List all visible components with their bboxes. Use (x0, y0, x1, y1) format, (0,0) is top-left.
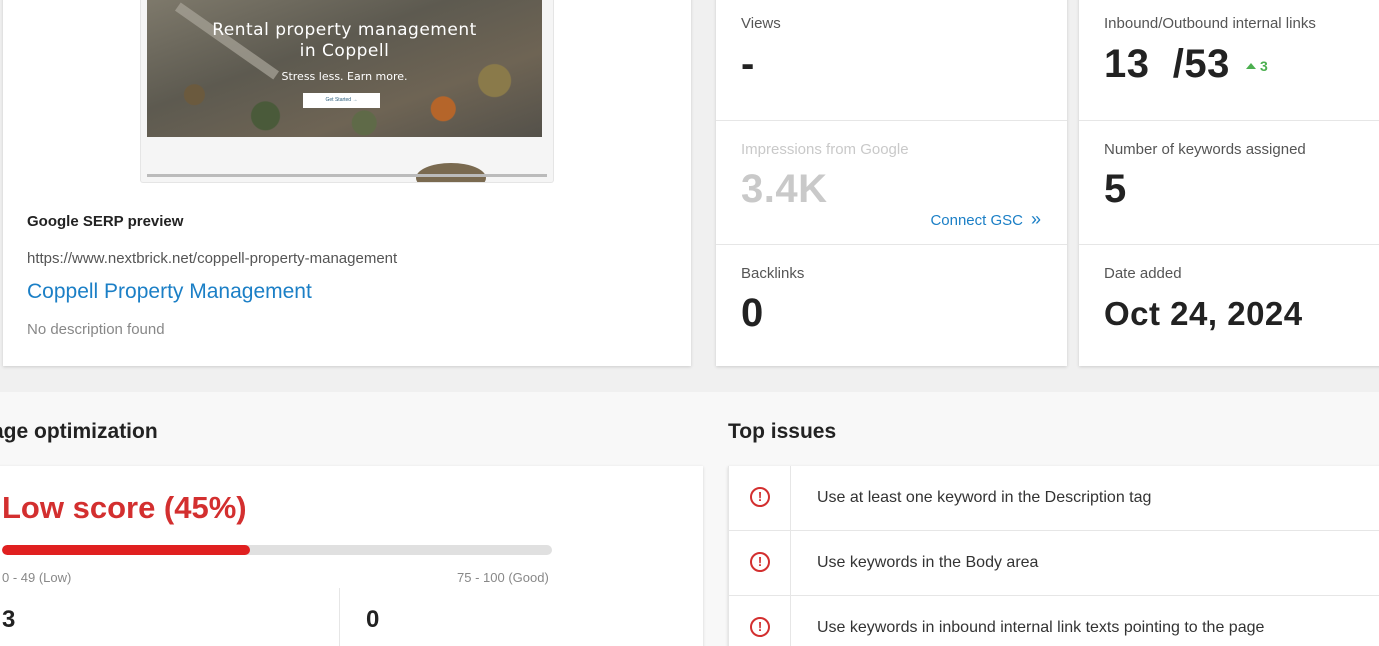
internal-links-label: Inbound/Outbound internal links (1104, 15, 1316, 32)
thumbnail-cta-button: Get Started → (303, 93, 380, 108)
optimization-card: Low score (45%) 0 - 49 (Low) 75 - 100 (G… (0, 466, 703, 646)
views-metric: Views - (716, 0, 1067, 120)
impressions-label: Impressions from Google (741, 141, 909, 158)
divider (339, 588, 340, 646)
backlinks-value: 0 (741, 291, 764, 335)
top-issues-list: ! Use at least one keyword in the Descri… (728, 466, 1379, 646)
thumbnail-divider (147, 174, 547, 177)
internal-links-value: 13 /53 (1104, 42, 1230, 86)
thumbnail-tagline: Stress less. Earn more. (281, 70, 408, 83)
impressions-value: 3.4K (741, 167, 828, 211)
list-item[interactable]: ! Use at least one keyword in the Descri… (729, 466, 1379, 531)
backlinks-label: Backlinks (741, 265, 805, 282)
exclamation-circle-icon: ! (750, 617, 770, 637)
issues-count-right[interactable]: 0 (366, 606, 379, 634)
range-low-label: 0 - 49 (Low) (2, 570, 72, 585)
range-good-label: 75 - 100 (Good) (457, 570, 549, 585)
list-item[interactable]: ! Use keywords in inbound internal link … (729, 596, 1379, 646)
backlinks-metric: Backlinks 0 (716, 244, 1067, 368)
impressions-metric: Impressions from Google 3.4K Connect GSC… (716, 120, 1067, 244)
exclamation-circle-icon: ! (750, 552, 770, 572)
internal-links-delta: 3 (1246, 58, 1268, 74)
views-label: Views (741, 15, 781, 32)
issue-text: Use keywords in inbound internal link te… (817, 619, 1265, 636)
metrics-card-right: Inbound/Outbound internal links 13 /53 3… (1079, 0, 1379, 366)
connect-gsc-link[interactable]: Connect GSC » (930, 209, 1041, 230)
date-added-label: Date added (1104, 265, 1182, 282)
issue-text: Use at least one keyword in the Descript… (817, 489, 1152, 506)
score-progress-fill (2, 545, 250, 555)
keywords-metric: Number of keywords assigned 5 (1079, 120, 1379, 244)
views-value: - (741, 42, 755, 86)
top-issues-title: Top issues (728, 420, 837, 443)
double-chevron-right-icon: » (1030, 209, 1041, 229)
page-optimization-title: age optimization (0, 420, 158, 443)
score-progress-bar (2, 545, 552, 555)
page-preview-card: Rental property management in Coppell St… (3, 0, 691, 366)
page-thumbnail[interactable]: Rental property management in Coppell St… (140, 0, 554, 183)
keywords-value: 5 (1104, 167, 1127, 211)
arrow-up-icon (1246, 63, 1256, 69)
metrics-card-middle: Views - Impressions from Google 3.4K Con… (716, 0, 1067, 366)
date-added-value: Oct 24, 2024 (1104, 295, 1303, 332)
list-item[interactable]: ! Use keywords in the Body area (729, 531, 1379, 596)
internal-links-delta-value: 3 (1260, 58, 1268, 74)
score-label: Low score (45%) (2, 490, 247, 525)
issues-count-left[interactable]: 3 (2, 606, 15, 634)
serp-url: https://www.nextbrick.net/coppell-proper… (27, 250, 398, 267)
issue-text: Use keywords in the Body area (817, 554, 1039, 571)
exclamation-circle-icon: ! (750, 487, 770, 507)
serp-description: No description found (27, 321, 165, 338)
keywords-label: Number of keywords assigned (1104, 141, 1306, 158)
date-added-metric: Date added Oct 24, 2024 (1079, 244, 1379, 368)
thumbnail-circle-image (416, 163, 486, 182)
thumbnail-hero-image: Rental property management in Coppell St… (147, 0, 542, 137)
connect-gsc-label: Connect GSC (930, 212, 1023, 229)
serp-preview-label: Google SERP preview (27, 213, 184, 230)
internal-links-metric: Inbound/Outbound internal links 13 /53 3 (1079, 0, 1379, 120)
serp-title-link[interactable]: Coppell Property Management (27, 280, 312, 304)
thumbnail-headline: Rental property management in Coppell (212, 20, 477, 61)
